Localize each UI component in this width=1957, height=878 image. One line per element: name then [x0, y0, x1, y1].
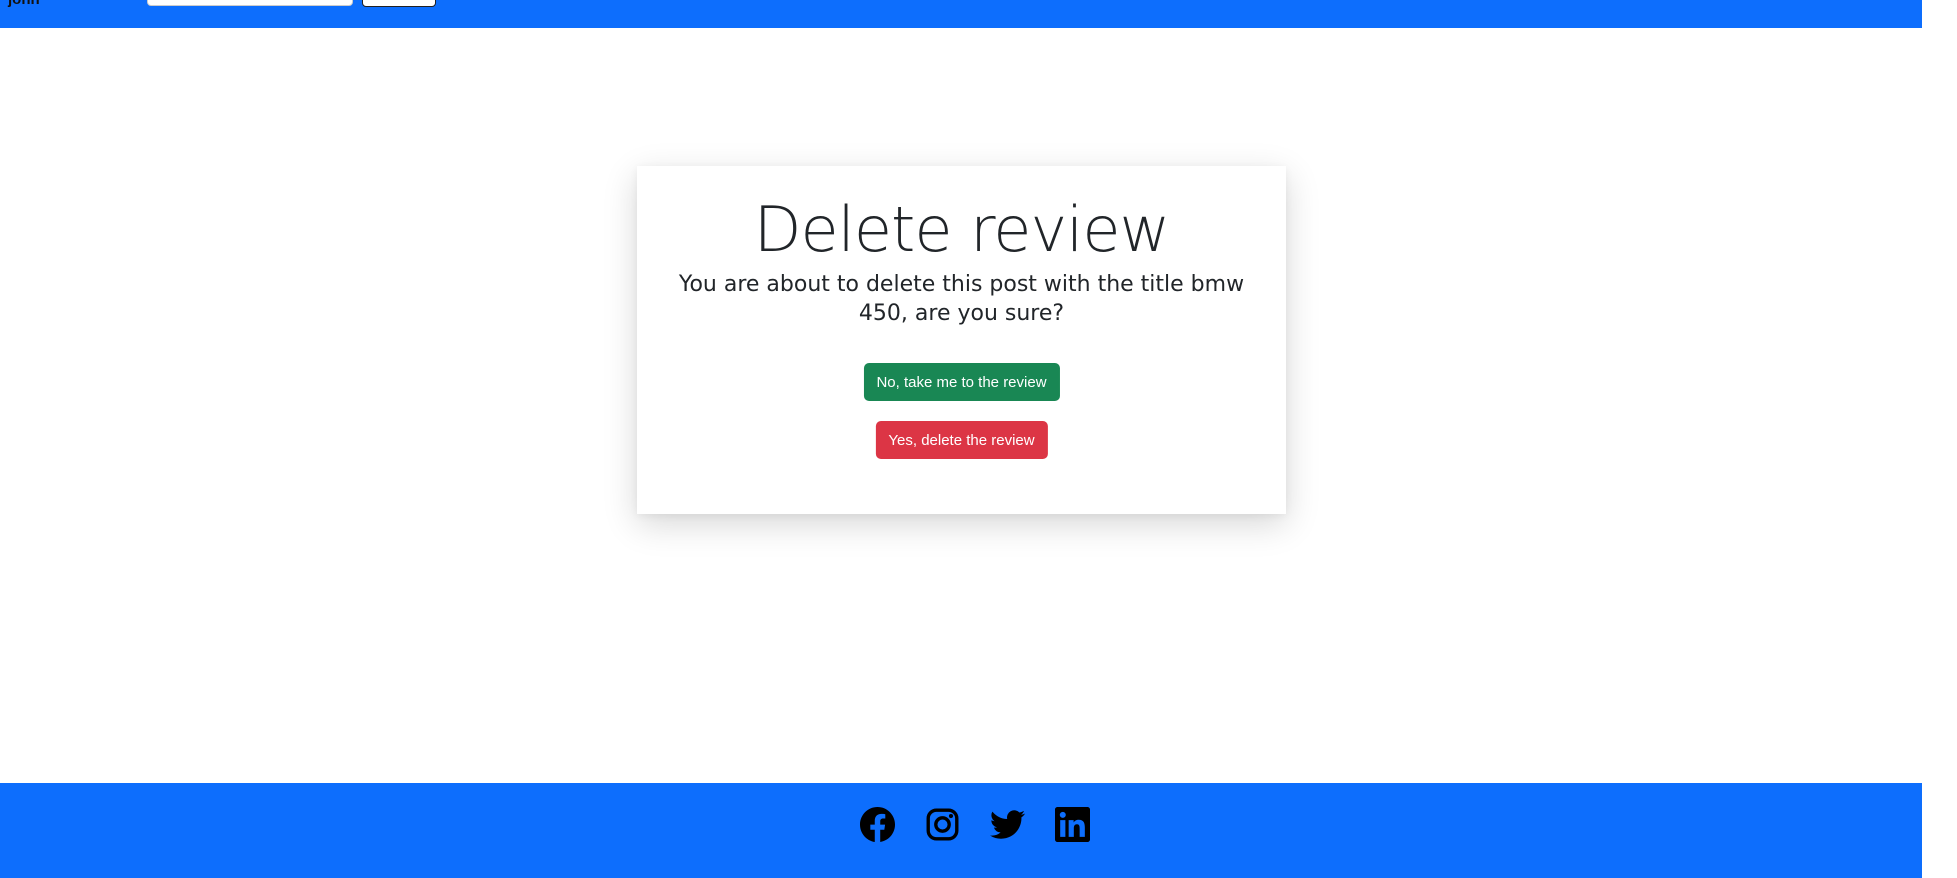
page: john Delete review You are about to dele… — [0, 0, 1957, 878]
footer — [0, 783, 1922, 878]
delete-confirmation-card: Delete review You are about to delete th… — [637, 166, 1286, 514]
page-title: Delete review — [753, 193, 1170, 266]
search-button[interactable] — [362, 0, 436, 7]
confirmation-message: You are about to delete this post with t… — [678, 272, 1245, 326]
linkedin-icon[interactable] — [1055, 807, 1090, 842]
social-links — [860, 807, 1090, 842]
facebook-icon[interactable] — [860, 807, 895, 842]
twitter-icon[interactable] — [990, 807, 1025, 842]
instagram-icon[interactable] — [925, 807, 960, 842]
cancel-button[interactable]: No, take me to the review — [863, 363, 1060, 401]
username-label: john — [8, 0, 40, 9]
top-navbar: john — [0, 0, 1922, 28]
confirm-delete-button[interactable]: Yes, delete the review — [875, 421, 1048, 459]
search-input[interactable] — [147, 0, 353, 6]
